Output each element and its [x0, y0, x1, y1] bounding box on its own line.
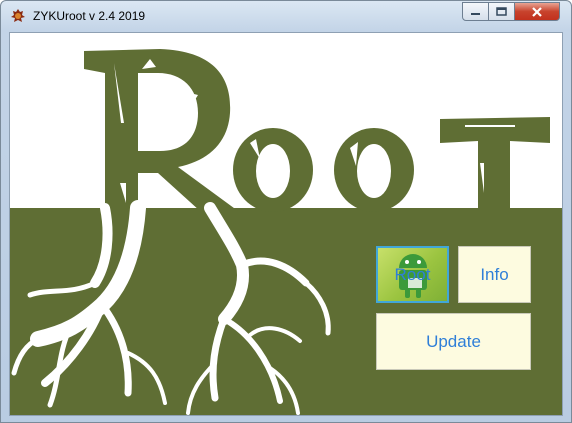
- root-button[interactable]: Root: [376, 246, 449, 303]
- maximize-button[interactable]: [488, 2, 515, 21]
- info-button-label: Info: [480, 264, 509, 284]
- client-area: Root Info Update: [9, 32, 563, 416]
- close-button[interactable]: [514, 2, 560, 21]
- minimize-button[interactable]: [462, 2, 489, 21]
- update-button-label: Update: [426, 331, 481, 351]
- update-button[interactable]: Update: [376, 313, 531, 370]
- app-icon: [11, 9, 25, 22]
- minimize-icon: [471, 12, 480, 15]
- close-icon: [532, 6, 542, 17]
- maximize-icon: [496, 7, 507, 16]
- title-bar[interactable]: ZYKUroot v 2.4 2019: [1, 1, 571, 31]
- info-button[interactable]: Info: [458, 246, 531, 303]
- root-button-label: Root: [394, 264, 431, 284]
- window-title: ZYKUroot v 2.4 2019: [33, 9, 146, 23]
- app-window: ZYKUroot v 2.4 2019 Root Info Update: [0, 0, 572, 423]
